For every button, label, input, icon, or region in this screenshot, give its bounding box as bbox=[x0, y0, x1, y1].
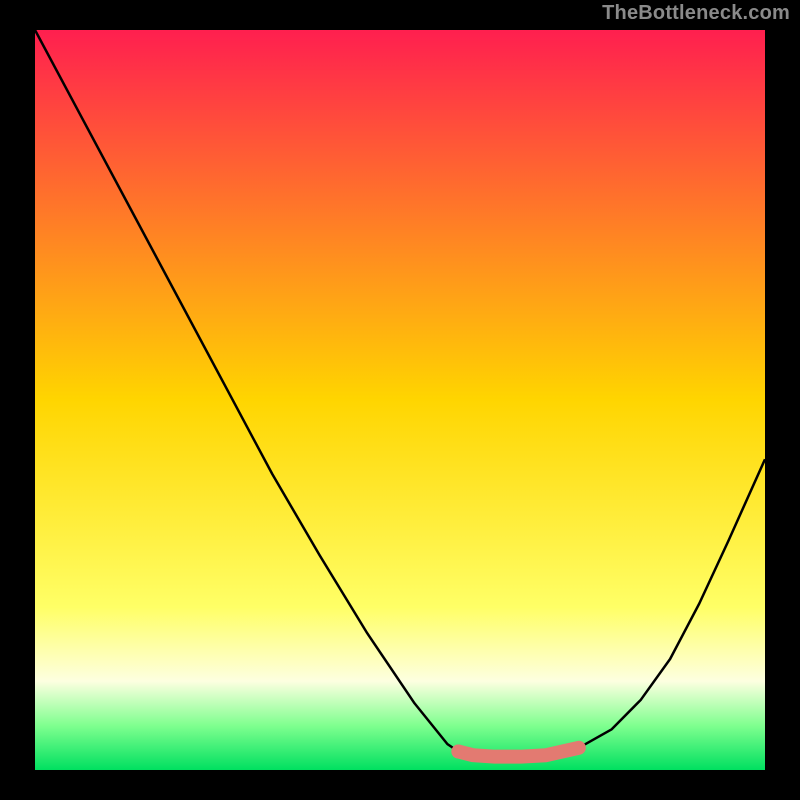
chart-stage: TheBottleneck.com bbox=[0, 0, 800, 800]
bottleneck-chart bbox=[0, 0, 800, 800]
optimal-point-dot bbox=[451, 745, 465, 759]
plot-background bbox=[35, 30, 765, 770]
